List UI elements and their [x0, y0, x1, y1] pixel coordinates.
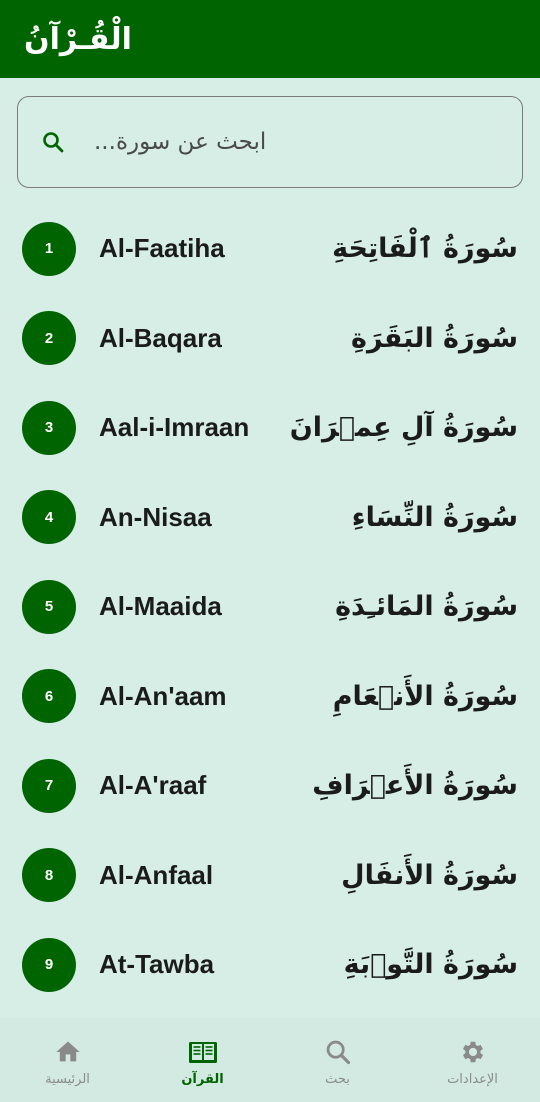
- book-icon: [188, 1037, 218, 1067]
- nav-item-settings[interactable]: الإعدادات: [405, 1018, 540, 1102]
- surah-number-badge: 3: [22, 400, 76, 455]
- page-title: الْقُـرْآنُ: [24, 21, 132, 57]
- surah-number-badge: 8: [22, 848, 76, 903]
- surah-number-badge: 9: [22, 937, 76, 992]
- surah-number-badge: 7: [22, 758, 76, 813]
- surah-english-name: Al-An'aam: [99, 680, 227, 711]
- surah-row[interactable]: 5 Al-Maaida سُورَةُ المَائـِدَةِ: [0, 562, 540, 652]
- search-input[interactable]: [94, 129, 494, 155]
- home-icon: [53, 1037, 83, 1067]
- surah-row[interactable]: 7 Al-A'raaf سُورَةُ الأَعۡرَافِ: [0, 741, 540, 831]
- bottom-navigation: الرئيسية القرآن بحث الإعدادات: [0, 1018, 540, 1102]
- surah-arabic-name: سُورَةُ التَّوۡبَةِ: [343, 949, 518, 981]
- search-box[interactable]: [17, 96, 523, 188]
- surah-arabic-name: سُورَةُ المَائـِدَةِ: [335, 591, 518, 623]
- surah-english-name: Al-A'raaf: [99, 770, 207, 801]
- surah-row[interactable]: 9 At-Tawba سُورَةُ التَّوۡبَةِ: [0, 920, 540, 1010]
- search-icon: [323, 1037, 353, 1067]
- surah-number-badge: 6: [22, 669, 76, 724]
- surah-number-badge: 2: [22, 311, 76, 366]
- nav-label-settings: الإعدادات: [447, 1072, 498, 1087]
- surah-english-name: Aal-i-Imraan: [99, 412, 250, 443]
- surah-number-badge: 5: [22, 579, 76, 634]
- nav-label-home: الرئيسية: [45, 1072, 90, 1087]
- nav-label-search: بحث: [325, 1072, 350, 1087]
- surah-english-name: At-Tawba: [99, 949, 215, 980]
- surah-number-badge: 1: [22, 221, 76, 276]
- gear-icon: [458, 1037, 488, 1067]
- surah-arabic-name: سُورَةُ الأَنفَالِ: [341, 859, 518, 891]
- nav-item-search[interactable]: بحث: [270, 1018, 405, 1102]
- surah-arabic-name: سُورَةُ آلِ عِمۡرَانَ: [289, 412, 518, 444]
- surah-number-badge: 4: [22, 490, 76, 545]
- search-icon[interactable]: [40, 129, 66, 155]
- surah-row[interactable]: 4 An-Nisaa سُورَةُ النِّسَاءِ: [0, 473, 540, 563]
- surah-english-name: Al-Faatiha: [99, 233, 225, 264]
- surah-arabic-name: سُورَةُ النِّسَاءِ: [351, 501, 518, 533]
- surah-list: 1 Al-Faatiha سُورَةُ ٱلْفَاتِحَةِ 2 Al-B…: [0, 204, 540, 1010]
- surah-arabic-name: سُورَةُ الأَنۡعَامِ: [332, 680, 518, 712]
- surah-row[interactable]: 1 Al-Faatiha سُورَةُ ٱلْفَاتِحَةِ: [0, 204, 540, 294]
- surah-arabic-name: سُورَةُ ٱلْفَاتِحَةِ: [332, 233, 518, 265]
- surah-english-name: Al-Baqara: [99, 322, 222, 353]
- nav-item-quran[interactable]: القرآن: [135, 1018, 270, 1102]
- surah-row[interactable]: 3 Aal-i-Imraan سُورَةُ آلِ عِمۡرَانَ: [0, 383, 540, 473]
- surah-english-name: Al-Maaida: [99, 591, 222, 622]
- app-bar: الْقُـرْآنُ: [0, 0, 540, 78]
- nav-item-home[interactable]: الرئيسية: [0, 1018, 135, 1102]
- surah-row[interactable]: 8 Al-Anfaal سُورَةُ الأَنفَالِ: [0, 831, 540, 921]
- surah-arabic-name: سُورَةُ البَقَرَةِ: [351, 322, 518, 354]
- surah-row[interactable]: 6 Al-An'aam سُورَةُ الأَنۡعَامِ: [0, 652, 540, 742]
- surah-english-name: An-Nisaa: [99, 501, 212, 532]
- surah-row[interactable]: 2 Al-Baqara سُورَةُ البَقَرَةِ: [0, 294, 540, 384]
- surah-arabic-name: سُورَةُ الأَعۡرَافِ: [312, 770, 518, 802]
- nav-label-quran: القرآن: [181, 1072, 224, 1087]
- surah-english-name: Al-Anfaal: [99, 859, 214, 890]
